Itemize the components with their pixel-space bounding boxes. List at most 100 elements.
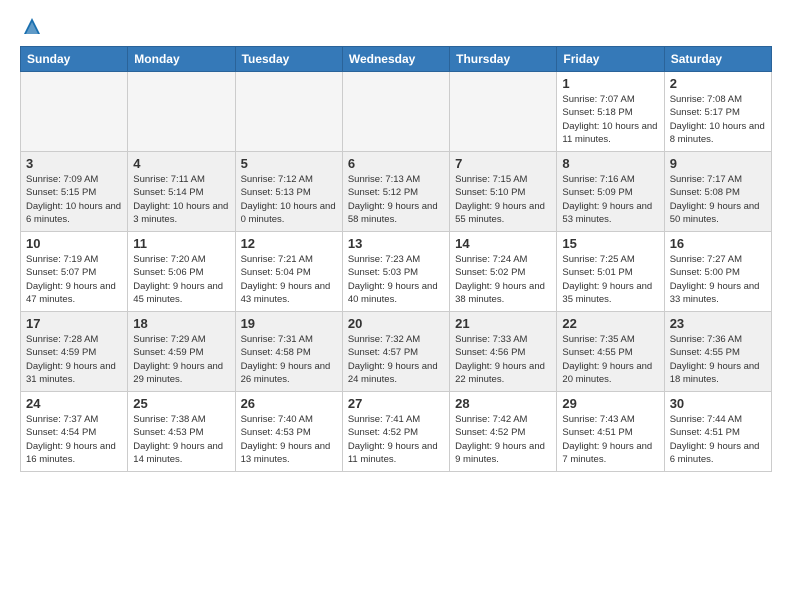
day-number: 28 — [455, 396, 551, 411]
day-number: 6 — [348, 156, 444, 171]
day-info: Sunrise: 7:20 AM Sunset: 5:06 PM Dayligh… — [133, 253, 229, 306]
day-info: Sunrise: 7:41 AM Sunset: 4:52 PM Dayligh… — [348, 413, 444, 466]
table-row: 8Sunrise: 7:16 AM Sunset: 5:09 PM Daylig… — [557, 152, 664, 232]
table-row: 7 Sunrise: 7:15 AM Sunset: 5:10 PM Daylig… — [450, 152, 557, 232]
table-row: 26Sunrise: 7:40 AM Sunset: 4:53 PM Dayli… — [235, 392, 342, 472]
day-info: Sunrise: 7:38 AM Sunset: 4:53 PM Dayligh… — [133, 413, 229, 466]
day-info: Sunrise: 7:13 AM Sunset: 5:12 PM Dayligh… — [348, 173, 444, 226]
table-row: 6 Sunrise: 7:13 AM Sunset: 5:12 PM Daylig… — [342, 152, 449, 232]
day-number: 8 — [562, 156, 658, 171]
day-number: 18 — [133, 316, 229, 331]
day-number: 9 — [670, 156, 766, 171]
day-info: Sunrise: 7:44 AM Sunset: 4:51 PM Dayligh… — [670, 413, 766, 466]
table-row: 30Sunrise: 7:44 AM Sunset: 4:51 PM Dayli… — [664, 392, 771, 472]
day-number: 17 — [26, 316, 122, 331]
table-row: 22 Sunrise: 7:35 AM Sunset: 4:55 PM Dayli… — [557, 312, 664, 392]
day-info: Sunrise: 7:32 AM Sunset: 4:57 PM Dayligh… — [348, 333, 444, 386]
table-row — [342, 72, 449, 152]
day-number: 24 — [26, 396, 122, 411]
table-row: 16 Sunrise: 7:27 AM Sunset: 5:00 PM Dayli… — [664, 232, 771, 312]
day-number: 25 — [133, 396, 229, 411]
table-row: 3 Sunrise: 7:09 AM Sunset: 5:15 PM Daylig… — [21, 152, 128, 232]
day-info: Sunrise: 7:31 AM Sunset: 4:58 PM Dayligh… — [241, 333, 337, 386]
table-row: 5 Sunrise: 7:12 AM Sunset: 5:13 PM Daylig… — [235, 152, 342, 232]
table-row: 13 Sunrise: 7:23 AM Sunset: 5:03 PM Dayli… — [342, 232, 449, 312]
day-info: Sunrise: 7:36 AM Sunset: 4:55 PM Dayligh… — [670, 333, 766, 386]
day-info: Sunrise: 7:25 AM Sunset: 5:01 PM Dayligh… — [562, 253, 658, 306]
table-row — [235, 72, 342, 152]
day-number: 19 — [241, 316, 337, 331]
page: SundayMondayTuesdayWednesdayThursdayFrid… — [0, 0, 792, 612]
day-info: Sunrise: 7:12 AM Sunset: 5:13 PM Dayligh… — [241, 173, 337, 226]
calendar-week-row: 1 Sunrise: 7:07 AM Sunset: 5:18 PM Daylig… — [21, 72, 772, 152]
calendar-week-row: 3 Sunrise: 7:09 AM Sunset: 5:15 PM Daylig… — [21, 152, 772, 232]
day-number: 14 — [455, 236, 551, 251]
day-info: Sunrise: 7:24 AM Sunset: 5:02 PM Dayligh… — [455, 253, 551, 306]
day-info: Sunrise: 7:40 AM Sunset: 4:53 PM Dayligh… — [241, 413, 337, 466]
day-info: Sunrise: 7:08 AM Sunset: 5:17 PM Dayligh… — [670, 93, 766, 146]
logo-text — [20, 16, 42, 36]
day-info: Sunrise: 7:21 AM Sunset: 5:04 PM Dayligh… — [241, 253, 337, 306]
day-info: Sunrise: 7:29 AM Sunset: 4:59 PM Dayligh… — [133, 333, 229, 386]
table-row: 9 Sunrise: 7:17 AM Sunset: 5:08 PM Daylig… — [664, 152, 771, 232]
day-info: Sunrise: 7:33 AM Sunset: 4:56 PM Dayligh… — [455, 333, 551, 386]
calendar-table: SundayMondayTuesdayWednesdayThursdayFrid… — [20, 46, 772, 472]
table-row: 25 Sunrise: 7:38 AM Sunset: 4:53 PM Dayli… — [128, 392, 235, 472]
day-number: 4 — [133, 156, 229, 171]
table-row — [450, 72, 557, 152]
table-row: 24 Sunrise: 7:37 AM Sunset: 4:54 PM Dayli… — [21, 392, 128, 472]
table-row — [128, 72, 235, 152]
day-info: Sunrise: 7:37 AM Sunset: 4:54 PM Dayligh… — [26, 413, 122, 466]
logo-icon — [22, 16, 42, 36]
table-row: 12 Sunrise: 7:21 AM Sunset: 5:04 PM Dayli… — [235, 232, 342, 312]
day-info: Sunrise: 7:23 AM Sunset: 5:03 PM Dayligh… — [348, 253, 444, 306]
day-info: Sunrise: 7:28 AM Sunset: 4:59 PM Dayligh… — [26, 333, 122, 386]
day-number: 7 — [455, 156, 551, 171]
logo — [20, 16, 42, 36]
day-number: 29 — [562, 396, 658, 411]
weekday-friday: Friday — [557, 47, 664, 72]
day-number: 3 — [26, 156, 122, 171]
weekday-thursday: Thursday — [450, 47, 557, 72]
day-number: 12 — [241, 236, 337, 251]
day-number: 16 — [670, 236, 766, 251]
day-number: 2 — [670, 76, 766, 91]
weekday-sunday: Sunday — [21, 47, 128, 72]
day-info: Sunrise: 7:09 AM Sunset: 5:15 PM Dayligh… — [26, 173, 122, 226]
day-info: Sunrise: 7:27 AM Sunset: 5:00 PM Dayligh… — [670, 253, 766, 306]
table-row: 2 Sunrise: 7:08 AM Sunset: 5:17 PM Daylig… — [664, 72, 771, 152]
day-info: Sunrise: 7:07 AM Sunset: 5:18 PM Dayligh… — [562, 93, 658, 146]
table-row: 20Sunrise: 7:32 AM Sunset: 4:57 PM Dayli… — [342, 312, 449, 392]
day-number: 21 — [455, 316, 551, 331]
table-row: 27Sunrise: 7:41 AM Sunset: 4:52 PM Dayli… — [342, 392, 449, 472]
day-number: 22 — [562, 316, 658, 331]
table-row: 11 Sunrise: 7:20 AM Sunset: 5:06 PM Dayli… — [128, 232, 235, 312]
day-info: Sunrise: 7:42 AM Sunset: 4:52 PM Dayligh… — [455, 413, 551, 466]
table-row: 4 Sunrise: 7:11 AM Sunset: 5:14 PM Daylig… — [128, 152, 235, 232]
day-info: Sunrise: 7:15 AM Sunset: 5:10 PM Dayligh… — [455, 173, 551, 226]
calendar-week-row: 24 Sunrise: 7:37 AM Sunset: 4:54 PM Dayli… — [21, 392, 772, 472]
day-number: 23 — [670, 316, 766, 331]
day-number: 1 — [562, 76, 658, 91]
weekday-tuesday: Tuesday — [235, 47, 342, 72]
table-row — [21, 72, 128, 152]
day-number: 5 — [241, 156, 337, 171]
weekday-saturday: Saturday — [664, 47, 771, 72]
weekday-monday: Monday — [128, 47, 235, 72]
table-row: 14 Sunrise: 7:24 AM Sunset: 5:02 PM Dayli… — [450, 232, 557, 312]
day-number: 10 — [26, 236, 122, 251]
table-row: 15 Sunrise: 7:25 AM Sunset: 5:01 PM Dayli… — [557, 232, 664, 312]
header — [20, 16, 772, 36]
day-info: Sunrise: 7:19 AM Sunset: 5:07 PM Dayligh… — [26, 253, 122, 306]
day-info: Sunrise: 7:11 AM Sunset: 5:14 PM Dayligh… — [133, 173, 229, 226]
day-info: Sunrise: 7:35 AM Sunset: 4:55 PM Dayligh… — [562, 333, 658, 386]
day-number: 15 — [562, 236, 658, 251]
day-number: 11 — [133, 236, 229, 251]
weekday-wednesday: Wednesday — [342, 47, 449, 72]
table-row: 29Sunrise: 7:43 AM Sunset: 4:51 PM Dayli… — [557, 392, 664, 472]
table-row: 21 Sunrise: 7:33 AM Sunset: 4:56 PM Dayli… — [450, 312, 557, 392]
calendar-week-row: 17 Sunrise: 7:28 AM Sunset: 4:59 PM Dayli… — [21, 312, 772, 392]
day-info: Sunrise: 7:17 AM Sunset: 5:08 PM Dayligh… — [670, 173, 766, 226]
day-number: 13 — [348, 236, 444, 251]
table-row: 18 Sunrise: 7:29 AM Sunset: 4:59 PM Dayli… — [128, 312, 235, 392]
